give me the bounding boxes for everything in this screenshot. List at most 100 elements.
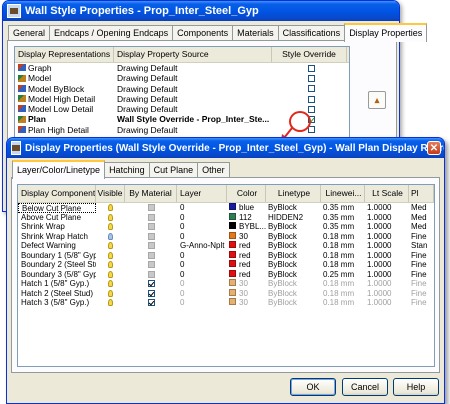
visible-lightbulb-icon[interactable] <box>108 280 113 288</box>
plot-style-value[interactable]: Fine <box>409 270 434 280</box>
lineweight-value[interactable]: 0.18 mm <box>321 298 365 308</box>
edit-display-properties-button[interactable]: ▴ <box>368 91 386 109</box>
layer-value[interactable]: 0 <box>177 251 227 261</box>
linetype-value[interactable]: ByBlock <box>266 222 321 232</box>
linetype-value[interactable]: ByBlock <box>266 203 321 213</box>
plot-style-value[interactable]: Fine <box>409 251 434 261</box>
column-header-plot-style[interactable]: Pl <box>409 185 434 202</box>
plot-style-value[interactable]: Med <box>409 213 434 223</box>
wall-style-title-bar[interactable]: Wall Style Properties - Prop_Inter_Steel… <box>3 1 399 21</box>
lt-scale-value[interactable]: 1.0000 <box>365 203 409 213</box>
visible-lightbulb-icon[interactable] <box>108 232 113 240</box>
layer-value[interactable]: 0 <box>177 289 227 299</box>
lineweight-value[interactable]: 0.18 mm <box>321 289 365 299</box>
display-component-row[interactable]: Shrink Wrap Hatch 0 30 ByBlock 0.18 mm 1.0000… <box>18 232 434 242</box>
lineweight-value[interactable]: 0.18 mm <box>321 251 365 261</box>
by-material-checkbox[interactable] <box>147 242 155 250</box>
display-component-row[interactable]: Boundary 1 (5/8" Gyp.) 0 red ByBlock 0.18 mm… <box>18 251 434 261</box>
lineweight-value[interactable]: 0.35 mm <box>321 222 365 232</box>
color-cell[interactable]: 30 <box>227 279 266 289</box>
lineweight-value[interactable]: 0.18 mm <box>321 279 365 289</box>
plot-style-value[interactable]: Fine <box>409 260 434 270</box>
style-override-checkbox[interactable] <box>307 85 315 93</box>
layer-value[interactable]: 0 <box>177 232 227 242</box>
visible-lightbulb-icon[interactable] <box>108 289 113 297</box>
linetype-value[interactable]: ByBlock <box>266 289 321 299</box>
by-material-checkbox[interactable] <box>147 213 155 221</box>
linetype-value[interactable]: ByBlock <box>266 260 321 270</box>
lt-scale-value[interactable]: 1.0000 <box>365 270 409 280</box>
linetype-value[interactable]: ByBlock <box>266 241 321 251</box>
style-override-checkbox[interactable] <box>307 74 315 82</box>
column-header-visible[interactable]: Visible <box>96 185 125 202</box>
plot-style-value[interactable]: Fine <box>409 289 434 299</box>
column-header-color[interactable]: Color <box>227 185 266 202</box>
lineweight-value[interactable]: 0.35 mm <box>321 213 365 223</box>
display-component-row[interactable]: Boundary 3 (5/8" Gyp.) 0 red ByBlock 0.25 mm… <box>18 270 434 280</box>
display-component-row[interactable]: Boundary 2 (Steel Stud) 0 red ByBlock0.18 m… <box>18 260 434 270</box>
by-material-checkbox[interactable] <box>147 261 155 269</box>
layer-value[interactable]: 0 <box>177 279 227 289</box>
display-representation-row[interactable]: Model Drawing Default <box>15 73 349 83</box>
lt-scale-value[interactable]: 1.0000 <box>365 232 409 242</box>
visible-lightbulb-icon[interactable] <box>108 299 113 307</box>
display-component-row[interactable]: Hatch 1 (5/8" Gyp.) 0 30 ByBlock 0.18 mm 1.00… <box>18 279 434 289</box>
tab-hatching[interactable]: Hatching <box>104 162 150 178</box>
plot-style-value[interactable]: Fine <box>409 232 434 242</box>
plot-style-value[interactable]: Med <box>409 203 434 213</box>
color-cell[interactable]: blue <box>227 203 266 213</box>
display-representation-row[interactable]: Model ByBlock Drawing Default <box>15 84 349 94</box>
visible-lightbulb-icon[interactable] <box>108 261 113 269</box>
by-material-checkbox[interactable] <box>147 270 155 278</box>
linetype-value[interactable]: ByBlock <box>266 232 321 242</box>
column-header-style-override[interactable]: Style Override <box>272 47 347 62</box>
by-material-checkbox[interactable] <box>147 204 155 212</box>
visible-lightbulb-icon[interactable] <box>108 204 113 212</box>
color-cell[interactable]: red <box>227 270 266 280</box>
display-properties-title-bar[interactable]: Display Properties (Wall Style Override … <box>7 138 444 158</box>
layer-value[interactable]: 0 <box>177 222 227 232</box>
lt-scale-value[interactable]: 1.0000 <box>365 298 409 308</box>
layer-value[interactable]: 0 <box>177 260 227 270</box>
close-button[interactable]: ✕ <box>427 141 441 155</box>
column-header-display-representations[interactable]: Display Representations <box>15 47 114 62</box>
layer-value[interactable]: G-Anno-Nplt <box>177 241 227 251</box>
color-cell[interactable]: 30 <box>227 289 266 299</box>
by-material-checkbox[interactable] <box>147 299 155 307</box>
display-representation-row[interactable]: Model High Detail Drawing Default <box>15 94 349 104</box>
by-material-checkbox[interactable] <box>147 251 155 259</box>
tab-layer-color-linetype[interactable]: Layer/Color/Linetype <box>12 160 106 179</box>
lineweight-value[interactable]: 0.18 mm <box>321 232 365 242</box>
by-material-checkbox[interactable] <box>147 223 155 231</box>
visible-lightbulb-icon[interactable] <box>108 213 113 221</box>
tab-cut-plane[interactable]: Cut Plane <box>148 162 199 178</box>
lineweight-value[interactable]: 0.25 mm <box>321 270 365 280</box>
display-component-row[interactable]: Hatch 3 (5/8" Gyp.) 0 30 ByBlock 0.18 mm 1.00… <box>18 298 434 308</box>
column-header-lt-scale[interactable]: Lt Scale <box>365 185 409 202</box>
tab-components[interactable]: Components <box>172 25 234 41</box>
linetype-value[interactable]: ByBlock <box>266 279 321 289</box>
plot-style-value[interactable]: Med <box>409 222 434 232</box>
style-override-checkbox[interactable] <box>307 105 315 113</box>
plot-style-value[interactable]: Stan <box>409 241 434 251</box>
column-header-display-component[interactable]: Display Component <box>18 185 96 202</box>
lt-scale-value[interactable]: 1.0000 <box>365 289 409 299</box>
layer-value[interactable]: 0 <box>177 203 227 213</box>
plot-style-value[interactable]: Fine <box>409 279 434 289</box>
visible-lightbulb-icon[interactable] <box>108 251 113 259</box>
color-cell[interactable]: 112 <box>227 213 266 223</box>
column-header-lineweight[interactable]: Linewei... <box>321 185 365 202</box>
display-component-row[interactable]: Shrink Wrap 0 BYBL... ByBlock 0.35 mm 1.0000 M… <box>18 222 434 232</box>
column-header-by-material[interactable]: By Material <box>125 185 177 202</box>
plot-style-value[interactable]: Fine <box>409 298 434 308</box>
tab-endcaps[interactable]: Endcaps / Opening Endcaps <box>49 25 174 41</box>
display-component-row[interactable]: Below Cut Plane 0 blue ByBlock 0.35 mm 1.0000… <box>18 203 434 213</box>
column-header-layer[interactable]: Layer <box>177 185 227 202</box>
color-cell[interactable]: 30 <box>227 232 266 242</box>
help-button[interactable]: Help <box>393 378 439 396</box>
color-cell[interactable]: BYBL... <box>227 222 266 232</box>
lt-scale-value[interactable]: 1.0000 <box>365 213 409 223</box>
color-cell[interactable]: red <box>227 251 266 261</box>
by-material-checkbox[interactable] <box>147 232 155 240</box>
tab-other[interactable]: Other <box>197 162 230 178</box>
